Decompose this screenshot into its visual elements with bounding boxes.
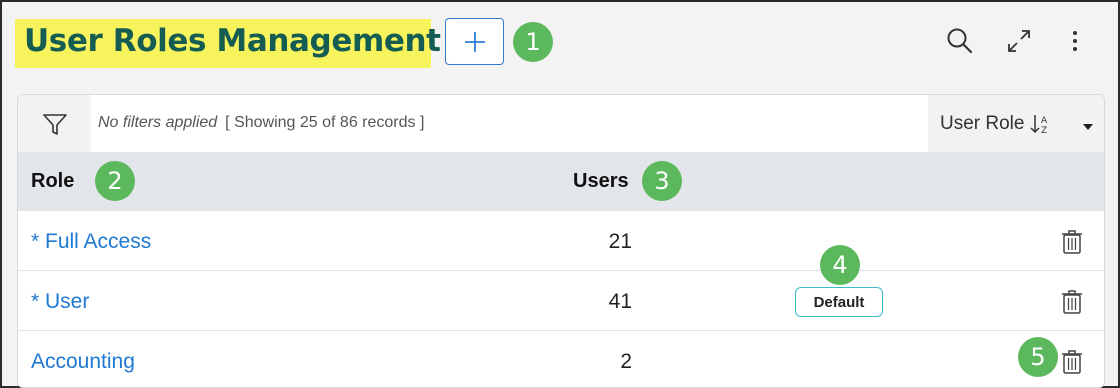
user-count: 21	[608, 230, 632, 253]
expand-button[interactable]	[1004, 26, 1034, 56]
default-badge: Default	[795, 287, 883, 317]
search-button[interactable]	[945, 26, 975, 56]
search-icon	[947, 28, 973, 54]
role-link[interactable]: Accounting	[31, 350, 135, 374]
column-header-users[interactable]: Users	[573, 170, 629, 193]
user-count: 2	[620, 350, 632, 373]
app-frame: User Roles Management 1 No filters appli…	[0, 0, 1120, 388]
role-link[interactable]: * User	[31, 290, 89, 314]
callout-5: 5	[1018, 337, 1058, 377]
callout-3: 3	[642, 161, 682, 201]
table-header: Role 2 Users 3	[18, 152, 1104, 211]
sort-label: User Role	[940, 112, 1025, 134]
add-role-button[interactable]	[445, 18, 504, 65]
sort-select[interactable]: User Role A Z	[928, 95, 1104, 152]
trash-icon[interactable]	[1061, 229, 1083, 255]
filter-status: No filters applied [ Showing 25 of 86 rec…	[98, 114, 424, 132]
sort-alpha-icon: A Z	[1030, 113, 1052, 135]
table-row: * Full Access 21	[18, 211, 1104, 271]
record-count-text: [ Showing 25 of 86 records ]	[225, 114, 425, 131]
callout-4: 4	[820, 245, 860, 285]
table-row: Accounting 2	[18, 331, 1104, 387]
role-link[interactable]: * Full Access	[31, 230, 151, 254]
no-filters-text: No filters applied	[98, 114, 218, 131]
svg-text:Z: Z	[1041, 126, 1047, 135]
expand-icon	[1008, 30, 1030, 52]
column-header-role[interactable]: Role	[31, 170, 74, 193]
filter-button[interactable]	[18, 95, 91, 152]
callout-2: 2	[95, 161, 135, 201]
svg-text:A: A	[1041, 116, 1048, 126]
plus-icon	[464, 31, 485, 52]
filter-icon	[42, 113, 67, 135]
trash-icon[interactable]	[1061, 349, 1083, 375]
trash-icon[interactable]	[1061, 289, 1083, 315]
roles-table-card: No filters applied [ Showing 25 of 86 rec…	[17, 94, 1105, 388]
table-row: * User 41 Default	[18, 271, 1104, 331]
more-options-button[interactable]	[1060, 26, 1090, 56]
user-count: 41	[608, 290, 632, 313]
page-title: User Roles Management	[24, 23, 441, 59]
more-vertical-icon	[1073, 31, 1077, 51]
filter-bar: No filters applied [ Showing 25 of 86 rec…	[18, 95, 1104, 152]
caret-down-icon	[1082, 118, 1094, 136]
callout-1: 1	[513, 22, 553, 62]
